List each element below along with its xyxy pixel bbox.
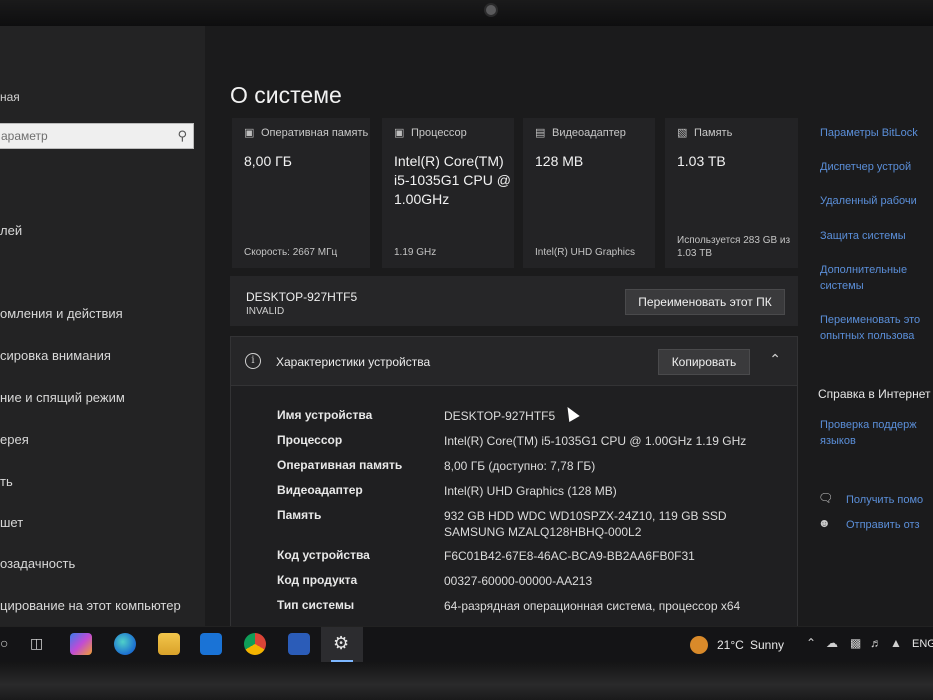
card-value: 8,00 ГБ	[244, 153, 292, 169]
card-sub: Скорость: 2667 МГц	[244, 247, 338, 258]
card-gpu: ▤ Видеоадаптер 128 MB Intel(R) UHD Graphi…	[523, 118, 655, 268]
storage-icon: ▧	[677, 127, 688, 139]
search-icon[interactable]: ○	[0, 635, 8, 651]
copy-button[interactable]: Копировать	[658, 349, 750, 375]
card-label: Процессор	[411, 127, 467, 139]
chevron-up-icon[interactable]: ⌃	[806, 636, 816, 650]
card-label: Оперативная память	[261, 127, 369, 139]
link-help-support[interactable]: Проверка поддерж	[820, 417, 917, 433]
task-view-icon[interactable]: ◫	[30, 635, 43, 652]
chat-help-icon: 🗨	[818, 491, 834, 505]
spec-key: Оперативная память	[277, 458, 403, 472]
copilot-icon[interactable]	[70, 633, 92, 655]
search-input[interactable]: араметр ⚲	[0, 123, 194, 149]
speaker-icon[interactable]: ♬	[870, 636, 882, 650]
search-placeholder: араметр	[1, 129, 48, 143]
spec-key: Видеоадаптер	[277, 483, 363, 497]
edge-icon[interactable]	[114, 633, 136, 655]
link-help-languages[interactable]: языков	[820, 433, 856, 449]
gpu-icon: ▤	[535, 127, 546, 139]
onedrive-icon[interactable]: ☁	[826, 636, 838, 650]
taskbar: ○ ◫ ⚙ 21°C Sunny ⌃ ☁ ▩ ♬ ▲ ENG	[0, 626, 933, 663]
chrome-icon[interactable]	[244, 633, 266, 655]
sidebar-item-3[interactable]: сировка внимания	[0, 348, 111, 363]
search-icon[interactable]: ⚲	[177, 128, 187, 144]
network-icon[interactable]: ▲	[890, 636, 902, 650]
sidebar-item-7[interactable]: шет	[0, 515, 23, 530]
settings-window: ная араметр ⚲ лей омления и действия сир…	[0, 26, 933, 626]
spec-key: Тип системы	[277, 598, 355, 612]
card-label: Память	[694, 127, 733, 139]
monitor-bezel-top	[0, 0, 933, 26]
link-rename-advanced[interactable]: Переименовать это	[820, 312, 920, 328]
outlook-icon[interactable]	[200, 633, 222, 655]
sidebar-item-4[interactable]: ние и спящий режим	[0, 390, 125, 405]
spec-value: 00327-60000-00000-AA213	[444, 574, 593, 588]
feedback-icon: ☻	[818, 516, 831, 530]
get-help-link[interactable]: Получить помо	[846, 492, 923, 508]
ram-icon: ▣	[244, 127, 255, 139]
sun-icon[interactable]	[690, 636, 708, 654]
spec-key: Код устройства	[277, 548, 370, 562]
card-ram: ▣ Оперативная память 8,00 ГБ Скорость: 26…	[232, 118, 370, 268]
page-title: О системе	[230, 82, 342, 108]
spec-key: Процессор	[277, 433, 343, 447]
card-value: 1.03 TB	[677, 153, 726, 169]
rename-pc-button[interactable]: Переименовать этот ПК	[625, 289, 785, 315]
sidebar-item-1[interactable]: лей	[0, 223, 22, 238]
card-label: Видеоадаптер	[552, 127, 626, 139]
file-explorer-icon[interactable]	[158, 633, 180, 655]
word-icon[interactable]	[288, 633, 310, 655]
language-indicator[interactable]: ENG	[912, 638, 933, 650]
link-bitlocker[interactable]: Параметры BitLock	[820, 125, 918, 141]
monitor-bezel-bottom	[0, 662, 933, 700]
spec-value: DESKTOP-927HTF5	[444, 409, 556, 423]
device-name-panel: DESKTOP-927HTF5 INVALID Переименовать эт…	[230, 276, 798, 326]
spec-value: F6C01B42-67E8-46AC-BCA9-BB2AA6FB0F31	[444, 549, 695, 563]
spec-value: 8,00 ГБ (доступно: 7,78 ГБ)	[444, 459, 596, 473]
device-icon[interactable]: ▩	[850, 636, 861, 650]
sidebar-home-label[interactable]: ная	[0, 90, 20, 104]
card-sub: Intel(R) UHD Graphics	[535, 247, 636, 258]
spec-value: 932 GB HDD WDC WD10SPZX-24Z10, 119 GB SS…	[444, 509, 727, 539]
card-value: Intel(R) Core(TM) i5-1035G1 CPU @ 1.00GH…	[394, 153, 511, 207]
spec-value: Intel(R) Core(TM) i5-1035G1 CPU @ 1.00GH…	[444, 434, 747, 448]
webcam-icon	[484, 3, 498, 17]
link-advanced-settings-2[interactable]: системы	[820, 278, 864, 294]
link-remote-desktop[interactable]: Удаленный рабочи	[820, 193, 917, 209]
workgroup-label: INVALID	[246, 306, 285, 317]
link-device-manager[interactable]: Диспетчер устрой	[820, 159, 911, 175]
gear-icon[interactable]: ⚙	[333, 633, 349, 654]
cpu-icon: ▣	[394, 127, 405, 139]
spec-key: Код продукта	[277, 573, 358, 587]
device-specs-title: Характеристики устройства	[276, 355, 431, 369]
device-specs-body: Имя устройства DESKTOP-927HTF5 Процессор…	[230, 386, 798, 626]
temperature-label[interactable]: 21°C	[717, 638, 744, 652]
spec-key: Имя устройства	[277, 408, 373, 422]
link-system-protection[interactable]: Защита системы	[820, 228, 906, 244]
sidebar-item-9[interactable]: цирование на этот компьютер	[0, 598, 181, 613]
sidebar-item-5[interactable]: ерея	[0, 432, 29, 447]
chevron-up-icon[interactable]: ⌃	[769, 351, 781, 368]
spec-value: Intel(R) UHD Graphics (128 MB)	[444, 484, 617, 498]
link-advanced-settings[interactable]: Дополнительные	[820, 262, 907, 278]
spec-key: Память	[277, 508, 322, 522]
spec-value: 64-разрядная операционная система, проце…	[444, 599, 741, 613]
sidebar-item-8[interactable]: озадачность	[0, 556, 75, 571]
card-sub: Используется 283 GB из 1.03 TB	[677, 235, 791, 259]
device-specs-header[interactable]: i Характеристики устройства Копировать ⌃	[230, 336, 798, 386]
sidebar: ная араметр ⚲ лей омления и действия сир…	[0, 26, 205, 626]
link-rename-advanced-2[interactable]: опытных пользова	[820, 328, 914, 344]
sidebar-item-6[interactable]: ть	[0, 474, 13, 489]
help-heading: Справка в Интернет	[818, 387, 931, 401]
sidebar-item-2[interactable]: омления и действия	[0, 306, 123, 321]
card-storage: ▧ Память 1.03 TB Используется 283 GB из 1…	[665, 118, 798, 268]
info-icon: i	[245, 353, 261, 369]
card-sub: 1.19 GHz	[394, 247, 437, 258]
device-name: DESKTOP-927HTF5	[246, 290, 358, 304]
send-feedback-link[interactable]: Отправить отз	[846, 517, 920, 533]
weather-label[interactable]: Sunny	[750, 638, 784, 652]
card-value: 128 MB	[535, 153, 584, 169]
card-cpu: ▣ Процессор Intel(R) Core(TM) i5-1035G1 C…	[382, 118, 514, 268]
